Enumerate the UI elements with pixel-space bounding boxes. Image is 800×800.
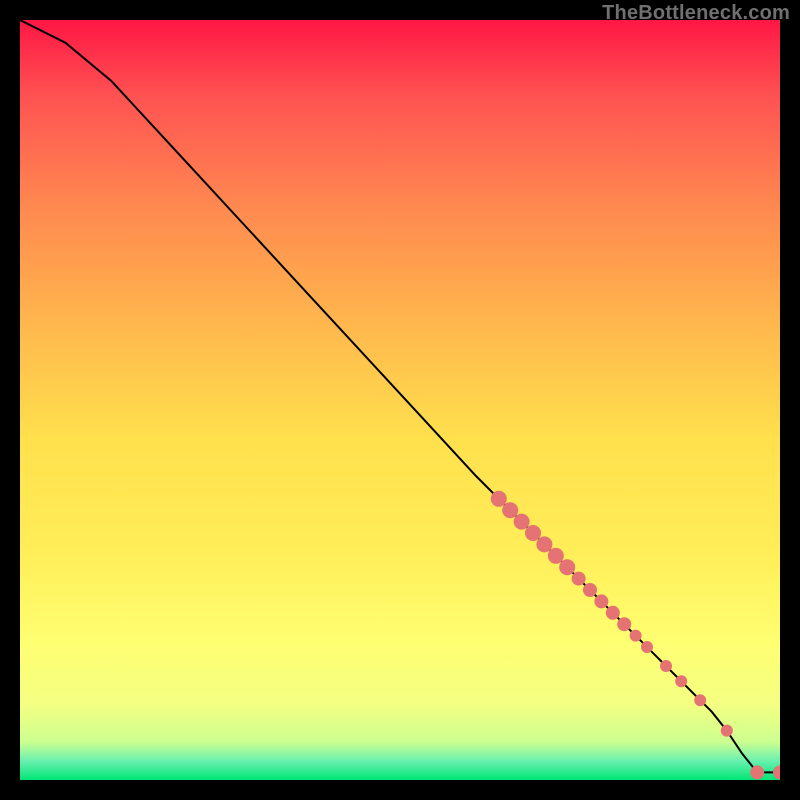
data-point [536, 536, 552, 552]
data-point [694, 694, 706, 706]
data-point [750, 765, 764, 779]
data-point [572, 572, 586, 586]
chart-stage: TheBottleneck.com [0, 0, 800, 800]
data-point [559, 559, 575, 575]
plot-area [20, 20, 780, 780]
chart-svg [20, 20, 780, 780]
data-point [675, 675, 687, 687]
data-point [721, 725, 733, 737]
data-point [617, 617, 631, 631]
data-point [606, 606, 620, 620]
data-point [641, 641, 653, 653]
data-point [660, 660, 672, 672]
data-point [583, 583, 597, 597]
data-point [502, 502, 518, 518]
data-point [594, 594, 608, 608]
data-point [630, 630, 642, 642]
data-point [491, 491, 507, 507]
data-point [548, 548, 564, 564]
data-point [514, 514, 530, 530]
data-point [525, 525, 541, 541]
